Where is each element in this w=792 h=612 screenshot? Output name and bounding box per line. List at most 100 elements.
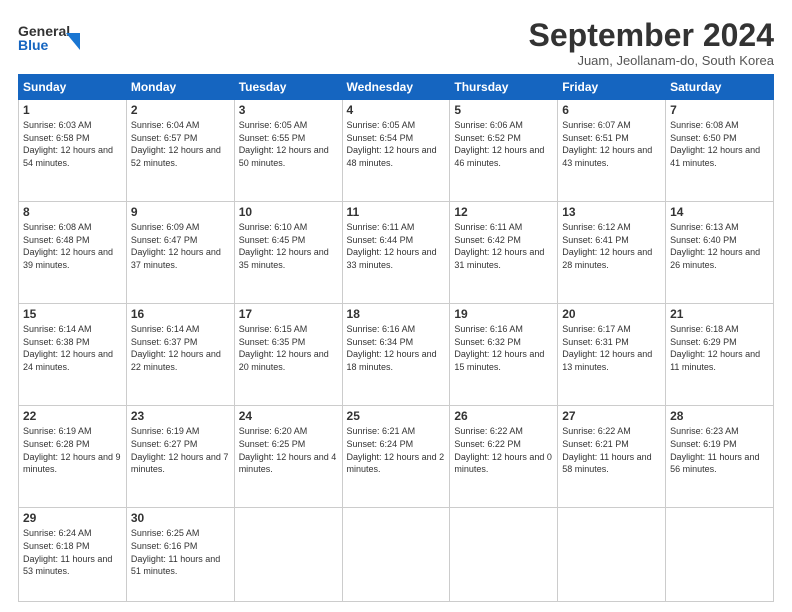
svg-text:Blue: Blue	[18, 37, 49, 53]
day-info: Sunrise: 6:13 AMSunset: 6:40 PMDaylight:…	[670, 221, 769, 271]
header: General Blue September 2024 Juam, Jeolla…	[18, 18, 774, 68]
day-info: Sunrise: 6:22 AMSunset: 6:22 PMDaylight:…	[454, 425, 553, 475]
day-number: 15	[23, 307, 122, 321]
day-number: 14	[670, 205, 769, 219]
day-number: 12	[454, 205, 553, 219]
day-number: 8	[23, 205, 122, 219]
calendar-cell: 11 Sunrise: 6:11 AMSunset: 6:44 PMDayligh…	[342, 202, 450, 304]
day-number: 1	[23, 103, 122, 117]
calendar-week-row: 22Sunrise: 6:19 AMSunset: 6:28 PMDayligh…	[19, 406, 774, 508]
calendar-cell	[342, 508, 450, 602]
calendar-cell: 12 Sunrise: 6:11 AMSunset: 6:42 PMDayligh…	[450, 202, 558, 304]
day-number: 19	[454, 307, 553, 321]
calendar-cell: 16 Sunrise: 6:14 AMSunset: 6:37 PMDayligh…	[126, 304, 234, 406]
calendar-cell: 25 Sunrise: 6:21 AMSunset: 6:24 PMDayligh…	[342, 406, 450, 508]
day-info: Sunrise: 6:10 AMSunset: 6:45 PMDaylight:…	[239, 221, 338, 271]
calendar-cell: 7 Sunrise: 6:08 AMSunset: 6:50 PMDaylight…	[666, 100, 774, 202]
calendar-cell: 19Sunrise: 6:16 AMSunset: 6:32 PMDayligh…	[450, 304, 558, 406]
day-number: 13	[562, 205, 661, 219]
day-info: Sunrise: 6:11 AMSunset: 6:44 PMDaylight:…	[347, 221, 446, 271]
day-info: Sunrise: 6:19 AMSunset: 6:27 PMDaylight:…	[131, 425, 230, 475]
calendar-cell: 18 Sunrise: 6:16 AMSunset: 6:34 PMDayligh…	[342, 304, 450, 406]
day-number: 9	[131, 205, 230, 219]
calendar-cell: 8 Sunrise: 6:08 AMSunset: 6:48 PMDaylight…	[19, 202, 127, 304]
day-number: 2	[131, 103, 230, 117]
day-info: Sunrise: 6:06 AMSunset: 6:52 PMDaylight:…	[454, 119, 553, 169]
title-area: September 2024 Juam, Jeollanam-do, South…	[529, 18, 774, 68]
calendar-cell: 3 Sunrise: 6:05 AMSunset: 6:55 PMDaylight…	[234, 100, 342, 202]
calendar-cell: 6 Sunrise: 6:07 AMSunset: 6:51 PMDaylight…	[558, 100, 666, 202]
day-info: Sunrise: 6:08 AMSunset: 6:50 PMDaylight:…	[670, 119, 769, 169]
day-header-monday: Monday	[126, 75, 234, 100]
day-number: 7	[670, 103, 769, 117]
day-info: Sunrise: 6:21 AMSunset: 6:24 PMDaylight:…	[347, 425, 446, 475]
day-number: 18	[347, 307, 446, 321]
day-number: 4	[347, 103, 446, 117]
calendar-cell: 22Sunrise: 6:19 AMSunset: 6:28 PMDayligh…	[19, 406, 127, 508]
day-info: Sunrise: 6:05 AMSunset: 6:54 PMDaylight:…	[347, 119, 446, 169]
calendar-week-row: 15 Sunrise: 6:14 AMSunset: 6:38 PMDayligh…	[19, 304, 774, 406]
day-number: 16	[131, 307, 230, 321]
calendar-cell: 13 Sunrise: 6:12 AMSunset: 6:41 PMDayligh…	[558, 202, 666, 304]
day-info: Sunrise: 6:17 AMSunset: 6:31 PMDaylight:…	[562, 323, 661, 373]
day-info: Sunrise: 6:25 AMSunset: 6:16 PMDaylight:…	[131, 527, 230, 577]
day-info: Sunrise: 6:24 AMSunset: 6:18 PMDaylight:…	[23, 527, 122, 577]
day-header-tuesday: Tuesday	[234, 75, 342, 100]
calendar-cell: 26 Sunrise: 6:22 AMSunset: 6:22 PMDayligh…	[450, 406, 558, 508]
day-info: Sunrise: 6:14 AMSunset: 6:37 PMDaylight:…	[131, 323, 230, 373]
calendar-cell	[666, 508, 774, 602]
day-number: 5	[454, 103, 553, 117]
subtitle: Juam, Jeollanam-do, South Korea	[529, 53, 774, 68]
day-number: 29	[23, 511, 122, 525]
day-header-saturday: Saturday	[666, 75, 774, 100]
day-info: Sunrise: 6:04 AMSunset: 6:57 PMDaylight:…	[131, 119, 230, 169]
calendar-cell: 17 Sunrise: 6:15 AMSunset: 6:35 PMDayligh…	[234, 304, 342, 406]
day-number: 21	[670, 307, 769, 321]
day-number: 26	[454, 409, 553, 423]
day-header-sunday: Sunday	[19, 75, 127, 100]
day-number: 30	[131, 511, 230, 525]
day-info: Sunrise: 6:18 AMSunset: 6:29 PMDaylight:…	[670, 323, 769, 373]
calendar-header-row: SundayMondayTuesdayWednesdayThursdayFrid…	[19, 75, 774, 100]
calendar-cell	[558, 508, 666, 602]
day-info: Sunrise: 6:16 AMSunset: 6:34 PMDaylight:…	[347, 323, 446, 373]
calendar-body: 1 Sunrise: 6:03 AMSunset: 6:58 PMDaylight…	[19, 100, 774, 602]
day-number: 28	[670, 409, 769, 423]
day-info: Sunrise: 6:23 AMSunset: 6:19 PMDaylight:…	[670, 425, 769, 475]
calendar-table: SundayMondayTuesdayWednesdayThursdayFrid…	[18, 74, 774, 602]
day-header-wednesday: Wednesday	[342, 75, 450, 100]
day-number: 27	[562, 409, 661, 423]
calendar-cell: 27Sunrise: 6:22 AMSunset: 6:21 PMDayligh…	[558, 406, 666, 508]
day-number: 17	[239, 307, 338, 321]
day-number: 10	[239, 205, 338, 219]
day-number: 6	[562, 103, 661, 117]
day-number: 25	[347, 409, 446, 423]
day-info: Sunrise: 6:12 AMSunset: 6:41 PMDaylight:…	[562, 221, 661, 271]
day-info: Sunrise: 6:14 AMSunset: 6:38 PMDaylight:…	[23, 323, 122, 373]
day-number: 11	[347, 205, 446, 219]
day-number: 24	[239, 409, 338, 423]
day-info: Sunrise: 6:07 AMSunset: 6:51 PMDaylight:…	[562, 119, 661, 169]
logo-image: General Blue	[18, 18, 88, 58]
calendar-week-row: 8 Sunrise: 6:08 AMSunset: 6:48 PMDaylight…	[19, 202, 774, 304]
calendar-cell: 4 Sunrise: 6:05 AMSunset: 6:54 PMDaylight…	[342, 100, 450, 202]
logo: General Blue	[18, 18, 88, 58]
calendar-cell: 24Sunrise: 6:20 AMSunset: 6:25 PMDayligh…	[234, 406, 342, 508]
day-info: Sunrise: 6:19 AMSunset: 6:28 PMDaylight:…	[23, 425, 122, 475]
calendar-cell	[234, 508, 342, 602]
day-info: Sunrise: 6:08 AMSunset: 6:48 PMDaylight:…	[23, 221, 122, 271]
day-info: Sunrise: 6:15 AMSunset: 6:35 PMDaylight:…	[239, 323, 338, 373]
page: General Blue September 2024 Juam, Jeolla…	[0, 0, 792, 612]
calendar-cell: 29 Sunrise: 6:24 AMSunset: 6:18 PMDayligh…	[19, 508, 127, 602]
day-header-friday: Friday	[558, 75, 666, 100]
calendar-cell	[450, 508, 558, 602]
day-info: Sunrise: 6:11 AMSunset: 6:42 PMDaylight:…	[454, 221, 553, 271]
calendar-week-row: 1 Sunrise: 6:03 AMSunset: 6:58 PMDaylight…	[19, 100, 774, 202]
day-info: Sunrise: 6:05 AMSunset: 6:55 PMDaylight:…	[239, 119, 338, 169]
day-number: 20	[562, 307, 661, 321]
day-info: Sunrise: 6:03 AMSunset: 6:58 PMDaylight:…	[23, 119, 122, 169]
calendar-week-row: 29 Sunrise: 6:24 AMSunset: 6:18 PMDayligh…	[19, 508, 774, 602]
day-number: 3	[239, 103, 338, 117]
calendar-cell: 2 Sunrise: 6:04 AMSunset: 6:57 PMDaylight…	[126, 100, 234, 202]
day-header-thursday: Thursday	[450, 75, 558, 100]
